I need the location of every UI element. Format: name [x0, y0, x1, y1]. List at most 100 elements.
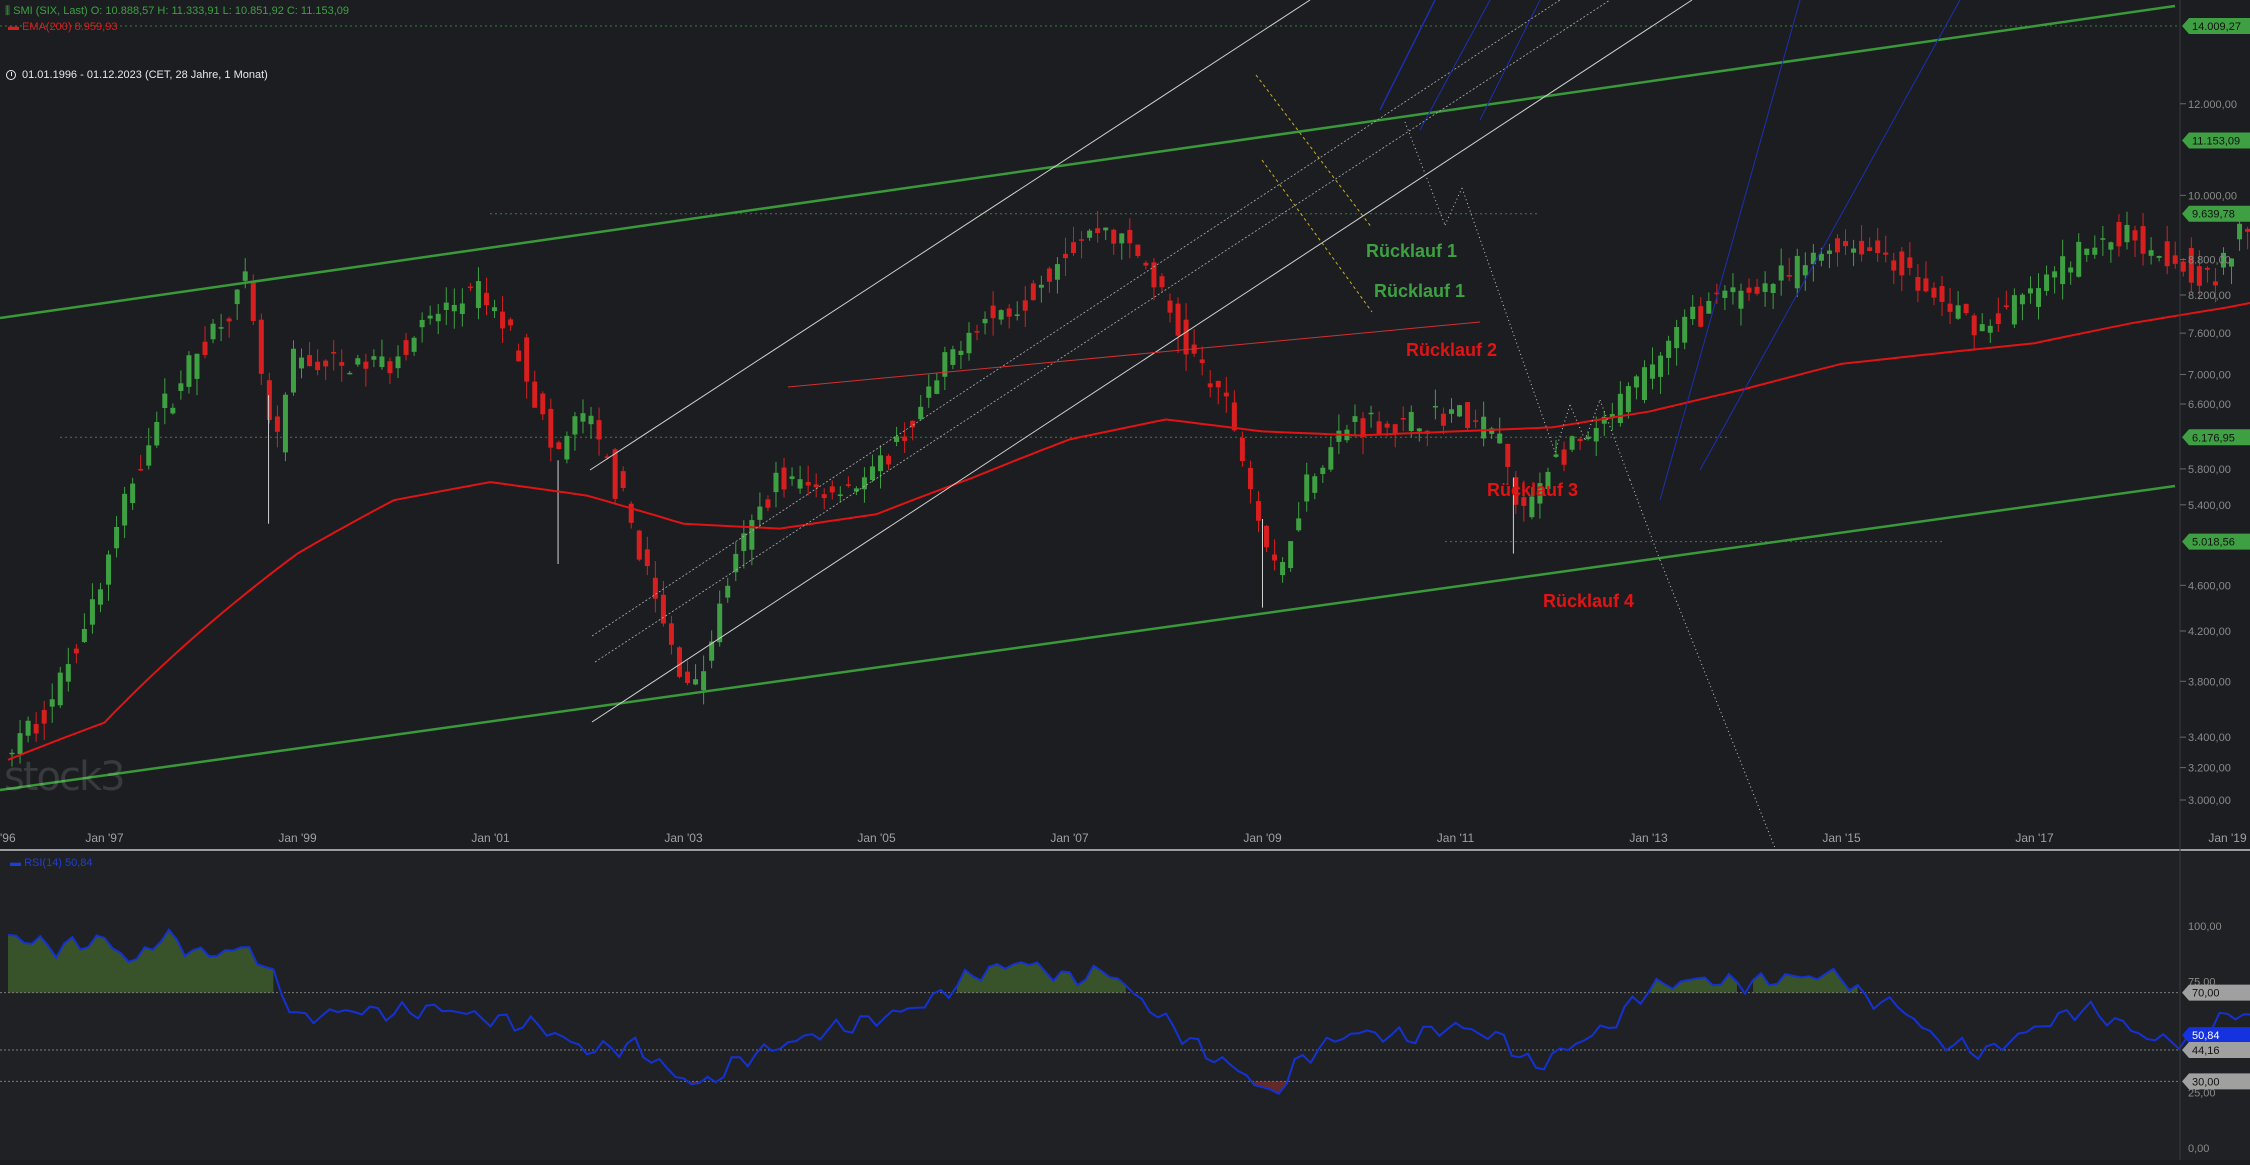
candle-body — [42, 710, 47, 724]
candle-body — [991, 306, 996, 319]
y-tick-label: 7.600,00 — [2188, 328, 2231, 340]
candle-body — [589, 416, 594, 424]
candle-body — [1240, 438, 1245, 461]
candle-body — [235, 290, 240, 304]
candle-body — [556, 442, 561, 449]
x-tick-label: Jan '97 — [85, 831, 124, 845]
candle-body — [958, 351, 963, 355]
rsi-marker-label: 50,84 — [2192, 1030, 2220, 1042]
candle-body — [331, 352, 336, 354]
candle-body — [2108, 242, 2113, 249]
candle-body — [1674, 327, 1679, 348]
x-tick-label: Jan '13 — [1629, 831, 1668, 845]
candle-body — [508, 319, 513, 325]
candle-body — [243, 271, 248, 280]
ema-legend-text: EMA(200) 8.959,93 — [22, 21, 117, 33]
candle-body — [154, 422, 159, 445]
x-tick-label: Jan '17 — [2015, 831, 2054, 845]
candle-body — [1393, 424, 1398, 433]
candle-body — [58, 673, 63, 706]
period-text: 01.01.1996 - 01.12.2023 (CET, 28 Jahre, … — [22, 69, 268, 81]
rsi-legend-text: RSI(14) 50,84 — [24, 857, 92, 869]
rsi-marker-label: 30,00 — [2192, 1076, 2220, 1088]
candle-body — [444, 303, 449, 310]
candle-body — [637, 531, 642, 560]
candle-body — [806, 482, 811, 485]
x-tick-label: Jan '09 — [1243, 831, 1282, 845]
candle-body — [2084, 249, 2089, 255]
candle-body — [1151, 262, 1156, 287]
candle-body — [2036, 288, 2041, 307]
rsi-y-tick-label: 0,00 — [2188, 1143, 2209, 1155]
rsi-y-tick-label: 100,00 — [2188, 921, 2222, 933]
candle-body — [1586, 437, 1591, 440]
y-tick-label: 4.600,00 — [2188, 580, 2231, 592]
candle-body — [749, 520, 754, 550]
candle-body — [886, 456, 891, 465]
smi-chart[interactable]: 12.000,0010.000,008.800,008.200,007.600,… — [0, 0, 2250, 1160]
candle-body — [1063, 254, 1068, 258]
candle-body — [629, 504, 634, 523]
candle-body — [1208, 383, 1213, 387]
candle-body — [838, 494, 843, 496]
chart-stage[interactable]: 12.000,0010.000,008.800,008.200,007.600,… — [0, 0, 2250, 1160]
candle-body — [580, 413, 585, 421]
candle-body — [1031, 283, 1036, 300]
candle-body — [355, 358, 360, 364]
candle-body — [2157, 256, 2162, 258]
candle-body — [1779, 265, 1784, 280]
candle-body — [701, 671, 706, 690]
candle-body — [1819, 254, 1824, 261]
candle-body — [2092, 248, 2097, 255]
candle-body — [1417, 428, 1422, 431]
candle-body — [814, 484, 819, 487]
candle-body — [1859, 241, 1864, 255]
candle-body — [227, 319, 232, 322]
candle-body — [1996, 313, 2001, 324]
candle-body — [1095, 228, 1100, 233]
candle-body — [1272, 555, 1277, 561]
candle-body — [1071, 242, 1076, 253]
x-tick-label: '96 — [0, 831, 16, 845]
candle-body — [1055, 264, 1060, 280]
watermark-logo: stock3 — [4, 754, 124, 800]
candle-body — [2012, 295, 2017, 324]
candle-body — [1481, 417, 1486, 439]
candle-body — [572, 416, 577, 434]
candle-body — [412, 338, 417, 352]
candle-body — [396, 356, 401, 368]
candle-body — [1135, 245, 1140, 256]
candle-body — [1747, 288, 1752, 293]
candle-body — [1232, 402, 1237, 430]
candle-body — [1103, 228, 1108, 231]
candle-body — [2060, 256, 2065, 284]
candle-body — [251, 281, 256, 321]
candle-body — [918, 407, 923, 419]
rsi-marker-label: 70,00 — [2192, 988, 2220, 1000]
x-tick-label: Jan '99 — [278, 831, 317, 845]
candle-body — [1296, 518, 1301, 530]
candle-body — [1119, 233, 1124, 243]
candle-body — [1264, 526, 1269, 547]
candle-body — [983, 319, 988, 323]
candle-body — [765, 499, 770, 507]
annotation-ruecklauf-3: Rücklauf 2 — [1406, 340, 1497, 360]
candle-body — [645, 549, 650, 566]
candle-body — [1923, 278, 1928, 291]
candle-body — [476, 281, 481, 308]
candle-body — [2020, 295, 2025, 305]
candle-body — [1079, 239, 1084, 241]
candle-body — [1168, 301, 1173, 313]
candle-body — [1899, 252, 1904, 276]
candle-body — [1280, 562, 1285, 575]
candle-body — [138, 469, 143, 471]
candle-body — [540, 394, 545, 415]
y-tick-label: 3.000,00 — [2188, 795, 2231, 807]
candle-body — [90, 599, 95, 624]
candle-body — [1449, 409, 1454, 414]
candle-body — [162, 394, 167, 408]
candle-body — [2205, 268, 2210, 270]
candle-body — [178, 383, 183, 391]
candle-body — [2165, 241, 2170, 266]
x-tick-label: Jan '07 — [1050, 831, 1089, 845]
